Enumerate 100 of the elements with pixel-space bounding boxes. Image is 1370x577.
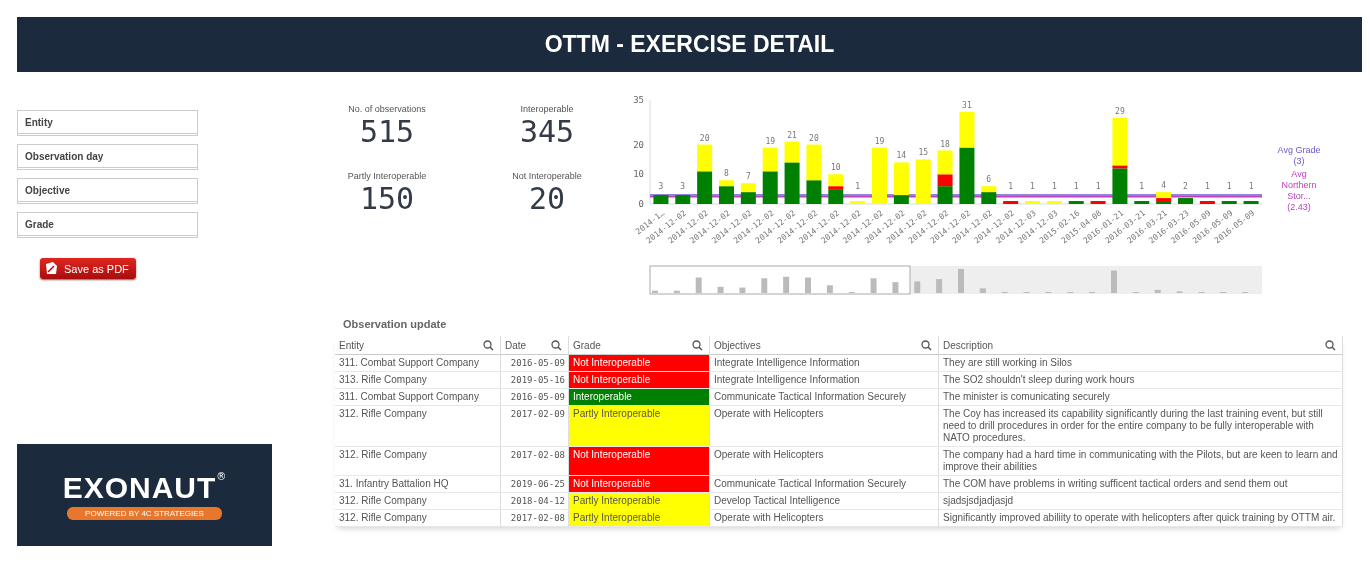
bar-segment[interactable] [1112,165,1128,169]
bar-value-label: 3 [658,182,664,192]
kpi-value: 20 [528,181,566,216]
bar-segment[interactable] [740,183,756,193]
bar-segment[interactable] [1112,168,1128,204]
table-cell: 311. Combat Support Company [335,355,501,372]
bar-value-label: 4 [1161,181,1167,191]
bar-segment[interactable] [1003,201,1019,204]
bar-segment[interactable] [937,186,953,204]
bar-segment[interactable] [806,180,822,204]
bar-value-label: 8 [724,169,729,179]
bar-segment[interactable] [697,144,713,172]
bar-value-label: 21 [787,130,797,140]
bar-segment[interactable] [653,195,669,204]
column-header[interactable]: Date [501,336,569,355]
bar-segment[interactable] [937,174,953,187]
bar-segment[interactable] [828,174,844,187]
bar-value-label: 1 [1095,182,1101,192]
bar-value-label: 1 [1226,182,1232,192]
column-header[interactable]: Description [939,336,1343,355]
filter-pane[interactable]: Entity [17,110,198,136]
bar-segment[interactable] [828,186,844,190]
table-cell: The company had a hard time in communicating with the Pilots, but are keen to learn and improve their abilities [939,447,1343,476]
table-cell: The minister is comunicating securely [939,389,1343,406]
filter-pane[interactable]: Grade [17,212,198,238]
search-icon[interactable] [483,339,494,351]
bar-value-label: 1 [1139,182,1145,192]
axis-tick-label: 20 [633,139,644,150]
search-icon[interactable] [1325,339,1336,351]
bar-value-label: 10 [830,163,841,173]
bar-segment[interactable] [762,171,778,204]
table-cell: Communicate Tactical Information Securely [710,476,939,493]
filter-pane[interactable]: Objective [17,178,198,204]
table-cell: 312. Rifle Company [335,510,501,527]
table-cell: sjadsjsdjadjasjd [939,493,1343,510]
document-icon [45,262,58,275]
bar-value-label: 19 [874,136,885,146]
bar-segment[interactable] [1156,201,1172,204]
save-pdf-button[interactable]: Save as PDF [40,258,136,279]
page-title: OTTM - EXERCISE DETAIL [544,31,835,58]
bar-segment[interactable] [828,189,844,204]
kpi-label: Interoperable [520,104,574,114]
registered-mark: ® [216,470,227,482]
table-cell: Operate with Helicopters [710,447,939,476]
bar-segment[interactable] [937,150,953,175]
bar-value-label: 6 [986,175,992,185]
grade-cell: Not Interoperable [569,476,710,493]
grade-cell: Partly Interoperable [569,493,710,510]
bar-value-label: 2 [1183,182,1188,192]
bar-value-label: 1 [1030,182,1035,192]
bar-value-label: 20 [699,133,710,143]
filter-pane[interactable]: Observation day [17,144,198,170]
bar-segment[interactable] [893,162,909,196]
bar-segment[interactable] [1221,201,1237,204]
bar-value-label: 14 [896,151,907,161]
bar-segment[interactable] [697,171,713,204]
kpi-value: 515 [359,114,415,149]
bar-value-label: 29 [1115,106,1125,116]
bar-segment[interactable] [719,180,734,187]
axis-tick-label: 35 [633,95,644,105]
search-icon[interactable] [692,339,703,351]
bar-value-label: 19 [765,136,776,146]
table-cell: Integrate Intelligence Information [710,372,939,389]
bar-segment[interactable] [1134,201,1150,204]
bar-segment[interactable] [1199,201,1215,204]
table-cell: The COM have problems in writing sufficent tactical orders and send them out [939,476,1343,493]
kpi-label: Partly Interoperable [347,171,427,181]
bar-segment[interactable] [806,144,822,181]
bar-segment[interactable] [1156,198,1172,202]
bar-segment[interactable] [675,195,691,204]
search-icon[interactable] [551,339,562,351]
table-cell: 311. Combat Support Company [335,389,501,406]
grade-cell: Not Interoperable [569,447,710,476]
column-header[interactable]: Entity [335,336,501,355]
average-label: Avg Grade (3) [1277,145,1321,167]
grade-cell: Not Interoperable [569,355,710,372]
average-label: Avg Northern Stor... (2.43) [1281,169,1317,213]
bar-segment[interactable] [740,192,756,204]
bar-value-label: 1 [1073,182,1079,192]
bar-segment[interactable] [959,147,975,204]
column-header[interactable]: Objectives [710,336,939,355]
table-title: Observation update [342,317,448,332]
bar-segment[interactable] [981,186,997,193]
bar-segment[interactable] [762,147,778,172]
table-cell: Integrate Intelligence Information [710,355,939,372]
table-cell: The Coy has increased its capability significantly during the last training event, but still need to drill procedures in order for the entire company to be fully interoperable with NATO procedures. [939,406,1343,447]
kpi-value: 150 [359,181,415,216]
bar-segment[interactable] [893,195,909,204]
logo-tagline: POWERED BY 4C STRATEGIES [67,506,222,520]
bar-segment[interactable] [1068,201,1084,204]
bar-segment[interactable] [784,162,800,204]
kpi-label: No. of observations [348,104,426,114]
bar-segment[interactable] [981,192,997,204]
bar-segment[interactable] [1243,201,1259,204]
search-icon[interactable] [921,339,932,351]
bar-segment[interactable] [1090,201,1106,204]
bar-segment[interactable] [1156,192,1172,199]
bar-value-label: 1 [1008,182,1014,192]
axis-tick-label: 10 [633,169,644,180]
chart-scrollbar-drawing[interactable] [649,265,1262,295]
